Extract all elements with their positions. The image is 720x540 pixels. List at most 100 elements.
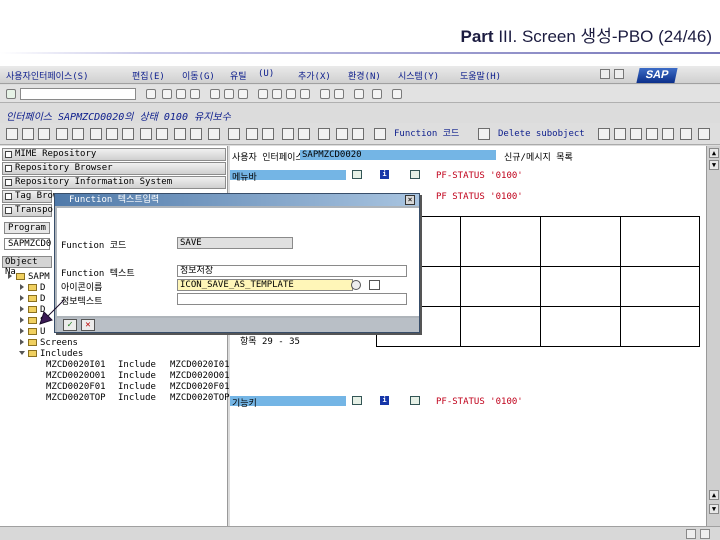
menu-item-user-interface[interactable]: 사용자인터페이스(S) [6,69,89,82]
previous-page-icon[interactable] [272,89,282,99]
display-standards-icon[interactable] [410,170,420,179]
window-minimize-icon[interactable] [600,69,610,79]
first-icon[interactable] [614,128,626,140]
command-field[interactable] [20,88,136,100]
tag-browser-button[interactable]: Tag Brow [2,190,58,203]
menu-item-edit[interactable]: 편집(E) [132,69,165,82]
info-icon[interactable]: i [380,170,389,179]
undo-icon[interactable] [598,128,610,140]
expand-arrow-icon[interactable] [20,306,24,312]
last-icon[interactable] [662,128,674,140]
expand-icon[interactable] [336,128,348,140]
object-type-select[interactable]: Program [4,222,50,234]
expand-arrow-icon[interactable] [20,328,24,334]
shortcut-icon[interactable] [334,89,344,99]
repository-browser-button[interactable]: Repository Browser [2,162,226,175]
status-right-icon[interactable] [700,529,710,539]
function-code-button[interactable]: Function 코드 [390,127,463,141]
where-used-icon[interactable] [90,128,102,140]
next-page-icon[interactable] [286,89,296,99]
previous-icon[interactable] [630,128,642,140]
mime-repository-button[interactable]: MIME Repository [2,148,226,161]
function-code-icon[interactable] [374,128,386,140]
edit-icon[interactable] [22,128,34,140]
move-icon[interactable] [190,128,202,140]
tree-node-includes[interactable]: Includes [19,349,83,359]
print-icon[interactable] [210,89,220,99]
menu-item-environment[interactable]: 환경(N) [348,69,381,82]
menu-item-help[interactable]: 도움말(H) [460,69,501,82]
menu-item-utilities-key[interactable]: (U) [258,69,274,79]
object-name-column-header[interactable]: Object Na [2,256,52,277]
insert-icon[interactable] [140,128,152,140]
include-row[interactable]: MZCD0020F01 Include MZCD0020F01 [46,382,230,392]
vertical-scrollbar[interactable]: ▲ ▼ ▲ ▼ [706,146,720,526]
icon-name-input[interactable]: ICON_SAVE_AS_TEMPLATE [177,279,353,291]
copy-icon[interactable] [174,128,186,140]
scroll-down-icon[interactable]: ▼ [709,504,719,514]
window-maximize-icon[interactable] [614,69,624,79]
new-session-icon[interactable] [320,89,330,99]
tree-node-screens[interactable]: Screens [20,338,78,348]
exit-icon[interactable] [176,89,186,99]
layout-menu-icon[interactable] [354,89,364,99]
cut-icon[interactable] [246,128,258,140]
function-keys-label[interactable]: 기능키 [232,396,257,409]
enter-icon[interactable] [6,89,16,99]
help-icon[interactable] [372,89,382,99]
customize-icon[interactable] [392,89,402,99]
activate-icon[interactable] [72,128,84,140]
display-change-icon[interactable] [6,128,18,140]
include-row[interactable]: MZCD0020I01 Include MZCD0020I01 [46,360,230,370]
expand-arrow-icon[interactable] [19,351,25,355]
menu-item-goto[interactable]: 이동(G) [182,69,215,82]
search-help-icon[interactable] [351,280,361,290]
transport-organizer-button[interactable]: Transpo [2,204,53,217]
expand-arrow-icon[interactable] [20,317,24,323]
expand-arrow-icon[interactable] [8,273,12,279]
scroll-up-icon[interactable]: ▲ [709,148,719,158]
find-icon[interactable] [224,89,234,99]
repository-info-system-button[interactable]: Repository Information System [2,176,226,189]
cancel-icon[interactable] [190,89,200,99]
status-left-icon[interactable] [686,529,696,539]
tree-root-program[interactable]: SAPM [8,272,50,282]
close-icon[interactable]: × [405,195,415,205]
expand-arrow-icon[interactable] [20,284,24,290]
attributes-icon[interactable] [298,128,310,140]
display-icon-preview-icon[interactable] [369,280,380,290]
menu-item-system[interactable]: 시스템(Y) [398,69,439,82]
back-icon[interactable] [162,89,172,99]
test-icon[interactable] [208,128,220,140]
expand-arrow-icon[interactable] [20,295,24,301]
scroll-down-icon[interactable]: ▼ [709,160,719,170]
display-standards-icon[interactable] [410,396,420,405]
menu-painter-icon[interactable] [282,128,294,140]
scroll-left-icon[interactable] [680,128,692,140]
info-icon[interactable]: i [380,396,389,405]
user-interface-value[interactable]: SAPMZCD0020 [302,150,362,160]
info-text-input[interactable] [177,293,407,305]
include-row[interactable]: MZCD0020O01 Include MZCD0020O01 [46,371,230,381]
expand-menu-icon[interactable] [352,396,362,405]
function-list-icon[interactable] [318,128,330,140]
first-page-icon[interactable] [258,89,268,99]
scroll-right-icon[interactable] [698,128,710,140]
tree-node-dictionary[interactable]: D [20,283,45,293]
tree-node-gui-status[interactable]: U [20,327,45,337]
delete-subobject-button[interactable]: Delete subobject [494,127,589,141]
dialog-title-bar[interactable]: Function 텍스트입력 × [55,194,419,206]
last-page-icon[interactable] [300,89,310,99]
program-name-input[interactable]: SAPMZCD0 [4,238,51,250]
include-row[interactable]: MZCD0020TOP Include MZCD0020TOP [46,393,230,403]
expand-menu-icon[interactable] [352,170,362,179]
navigation-window-icon[interactable] [122,128,134,140]
check-icon[interactable] [56,128,68,140]
function-text-input[interactable]: 정보저장 [177,265,407,277]
paste-icon[interactable] [262,128,274,140]
menu-item-extras[interactable]: 추가(X) [298,69,331,82]
display-object-list-icon[interactable] [106,128,118,140]
scroll-up-icon[interactable]: ▲ [709,490,719,500]
subobject-icon[interactable] [478,128,490,140]
other-object-icon[interactable] [38,128,50,140]
